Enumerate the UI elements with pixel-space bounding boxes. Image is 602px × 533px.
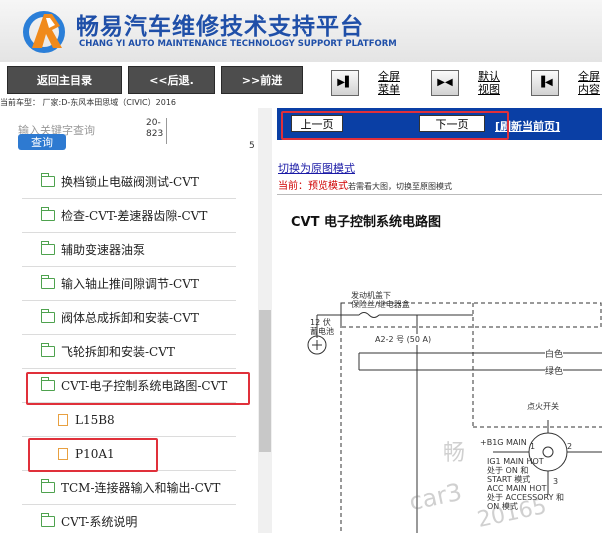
folder-icon — [40, 173, 55, 187]
battery-label: 12 伏 蓄电池 — [310, 318, 334, 336]
current-vehicle-info: 当前车型： 厂家:D-东风本田思域（CIVIC）2016 — [0, 98, 177, 107]
fullscreen-menu-icon[interactable]: ▶▌ — [331, 70, 359, 96]
folder-icon — [40, 343, 55, 357]
folder-icon — [40, 207, 55, 221]
acc-text-1: ACC MAIN HOT — [487, 484, 547, 493]
tree-item-label: CVT-系统说明 — [61, 515, 138, 529]
tree-item-label: 换档锁止电磁阀测试-CVT — [61, 175, 199, 189]
highlight-box-folder — [26, 372, 250, 405]
switch-original-link[interactable]: 切换为原图模式 — [278, 160, 355, 176]
engine-room-text: 发动机盖下 — [351, 291, 391, 300]
default-view-icon[interactable]: ▶◀ — [431, 70, 459, 96]
battery-text-1: 12 伏 — [310, 318, 331, 327]
tree-item[interactable]: 输入轴止推间隙调节-CVT — [22, 267, 236, 301]
tree-item-label: 检查-CVT-差速器齿隙-CVT — [61, 209, 208, 223]
fullscreen-menu-label-2: 菜单 — [378, 83, 400, 96]
default-view-label-1: 默认 — [478, 70, 500, 83]
tree-item-file[interactable]: L15B8 — [22, 403, 236, 437]
forward-button[interactable]: >>前进 — [221, 66, 303, 94]
folder-icon — [40, 479, 55, 493]
home-button[interactable]: 返回主目录 — [7, 66, 122, 94]
tree-item[interactable]: 阀体总成拆卸和安装-CVT — [22, 301, 236, 335]
fullscreen-content-label-1: 全屏 — [578, 70, 600, 83]
tree-item-label: 阀体总成拆卸和安装-CVT — [61, 311, 199, 325]
watermark-1: 畅 — [443, 441, 466, 466]
mode-name: 预览模式 — [308, 181, 348, 192]
tree-item[interactable]: 飞轮拆卸和安装-CVT — [22, 335, 236, 369]
fullscreen-content-link[interactable]: 全屏 内容 — [578, 70, 600, 96]
wire-white-label: 白色 — [545, 347, 564, 360]
ig1-text-2: 处于 ON 和 — [487, 466, 529, 475]
default-view-link[interactable]: 默认 视图 — [478, 70, 500, 96]
engine-room-label: 发动机盖下 保险丝/继电器盒 — [351, 291, 410, 309]
ig1-text-3: START 模式 — [487, 475, 531, 484]
ig1-text-1: IG1 MAIN HOT — [487, 457, 544, 466]
fullscreen-content-label-2: 内容 — [578, 83, 600, 96]
result-count-line-1: 20- — [146, 118, 161, 128]
tree-item-label: 输入轴止推间隙调节-CVT — [61, 277, 199, 291]
app-window: 畅易汽车维修技术支持平台 CHANG YI AUTO MAINTENANCE T… — [0, 0, 602, 533]
fullscreen-menu-label-1: 全屏 — [378, 70, 400, 83]
scroll-thumb[interactable] — [259, 310, 271, 452]
default-view-label-2: 视图 — [478, 83, 500, 96]
highlight-box-pager — [281, 111, 509, 140]
mode-hint: 若需看大图，切换至原图模式 — [348, 182, 452, 191]
tree-item[interactable]: 换档锁止电磁阀测试-CVT — [22, 165, 236, 199]
fullscreen-menu-link[interactable]: 全屏 菜单 — [378, 70, 400, 96]
wire-green-label: 绿色 — [545, 364, 564, 377]
back-button[interactable]: <<后退. — [128, 66, 215, 94]
fuse-box-text: 保险丝/继电器盒 — [351, 300, 410, 309]
folder-icon — [40, 275, 55, 289]
result-count-line-2: 823 — [146, 129, 164, 139]
fuse-label: A2-2 号 (50 A) — [375, 334, 432, 345]
battery-text-2: 蓄电池 — [310, 327, 334, 336]
header-banner: 畅易汽车维修技术支持平台 CHANG YI AUTO MAINTENANCE T… — [0, 0, 602, 62]
tree-item[interactable]: CVT-系统说明 — [22, 505, 236, 533]
big-main-label: +B1G MAIN — [480, 438, 527, 447]
count-divider — [166, 118, 167, 144]
document-icon — [58, 413, 68, 426]
tree-item[interactable]: 辅助变速器油泵 — [22, 233, 236, 267]
mode-status: 当前：预览模式若需看大图，切换至原图模式 — [278, 177, 452, 192]
folder-icon — [40, 241, 55, 255]
ignition-switch-label: 点火开关 — [527, 401, 559, 412]
folder-icon — [40, 513, 55, 527]
site-title: 畅易汽车维修技术支持平台 — [76, 14, 364, 40]
tree-item[interactable]: 检查-CVT-差速器齿隙-CVT — [22, 199, 236, 233]
folder-icon — [40, 309, 55, 323]
search-button[interactable]: 查询 — [18, 134, 66, 150]
tree-item-label: 辅助变速器油泵 — [61, 243, 146, 257]
mode-current-label: 当前： — [278, 181, 308, 192]
site-subtitle: CHANG YI AUTO MAINTENANCE TECHNOLOGY SUP… — [79, 39, 397, 49]
tree-item-label: TCM-连接器输入和输出-CVT — [61, 481, 221, 495]
content-panel: 上一页 下一页 [刷新当前页] 切换为原图模式 当前：预览模式若需看大图，切换至… — [277, 108, 602, 533]
left-tree-panel: 输入关键字查询 查询 20- 823 5 换档锁止电磁阀测试-CVT 检查-CV… — [0, 108, 272, 533]
tree-item-label: 飞轮拆卸和安装-CVT — [61, 345, 175, 359]
page-nav-bar: 上一页 下一页 [刷新当前页] — [277, 108, 602, 140]
tree-item[interactable]: TCM-连接器输入和输出-CVT — [22, 471, 236, 505]
pin-1-label: 1 — [530, 442, 536, 451]
pin-2-label: 2 — [567, 442, 573, 451]
left-scrollbar[interactable] — [258, 108, 272, 533]
result-count: 20- 823 — [146, 118, 163, 140]
toolbar: 返回主目录 <<后退. >>前进 ▶▌ 全屏 菜单 ▶◀ 默认 视图 ▐◀ 全屏… — [0, 62, 602, 108]
logo-icon — [23, 11, 65, 53]
fullscreen-content-icon[interactable]: ▐◀ — [531, 70, 559, 96]
tree-item-label: L15B8 — [75, 412, 115, 427]
circuit-diagram: CVT 电子控制系统电路图 发动机盖下 保险丝/继电器盒 12 伏 蓄电池 A2… — [277, 195, 602, 533]
highlight-box-file — [28, 438, 158, 472]
page-number: 5 — [249, 141, 255, 151]
